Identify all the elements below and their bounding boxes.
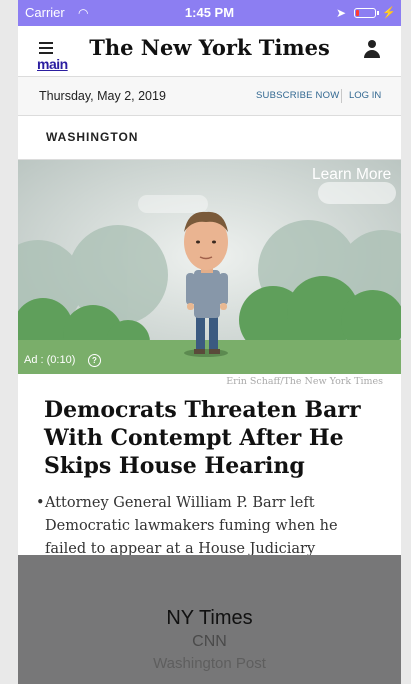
section-label[interactable]: WASHINGTON	[46, 116, 138, 159]
battery-level	[356, 10, 359, 16]
current-date: Thursday, May 2, 2019	[39, 89, 166, 103]
window-edge-right	[401, 0, 411, 684]
login-link[interactable]: LOG IN	[349, 77, 381, 115]
picker-option[interactable]: NY Times	[18, 607, 401, 630]
subscribe-link[interactable]: SUBSCRIBE NOW	[256, 77, 339, 115]
battery-tip	[377, 11, 379, 15]
video-ad[interactable]: Learn More Ad : (0:10) ?	[18, 160, 401, 374]
photo-credit: Erin Schaff/The New York Times	[226, 376, 383, 387]
picker-option[interactable]: CNN	[18, 633, 401, 651]
learn-more-link[interactable]: Learn More	[312, 166, 391, 184]
help-icon[interactable]: ?	[88, 354, 101, 367]
user-account-icon[interactable]	[364, 40, 380, 60]
charging-bolt-icon: ⚡	[382, 7, 396, 19]
bullet-icon: •	[36, 495, 45, 511]
status-bar: Carrier ◠ 1:45 PM ➤ ⚡	[18, 0, 401, 26]
app-header: main The New York Times	[18, 26, 401, 77]
source-picker[interactable]: NY Times CNN Washington Post	[18, 555, 401, 684]
ad-illustration	[18, 160, 401, 374]
ad-timer: Ad : (0:10)	[24, 354, 76, 366]
summary-text: Attorney General William P. Barr left De…	[45, 495, 338, 557]
battery-icon	[354, 8, 376, 18]
date-bar: Thursday, May 2, 2019 SUBSCRIBE NOW LOG …	[18, 77, 401, 116]
section-header: WASHINGTON	[18, 116, 401, 160]
article-headline[interactable]: Democrats Threaten Barr With Contempt Af…	[44, 396, 374, 480]
location-arrow-icon: ➤	[336, 6, 347, 20]
window-edge-left	[0, 0, 18, 684]
link-divider	[341, 89, 342, 103]
nyt-logo: The New York Times	[89, 35, 330, 60]
phone-screen: Carrier ◠ 1:45 PM ➤ ⚡ main The New York …	[18, 0, 401, 684]
picker-option[interactable]: Washington Post	[18, 655, 401, 672]
